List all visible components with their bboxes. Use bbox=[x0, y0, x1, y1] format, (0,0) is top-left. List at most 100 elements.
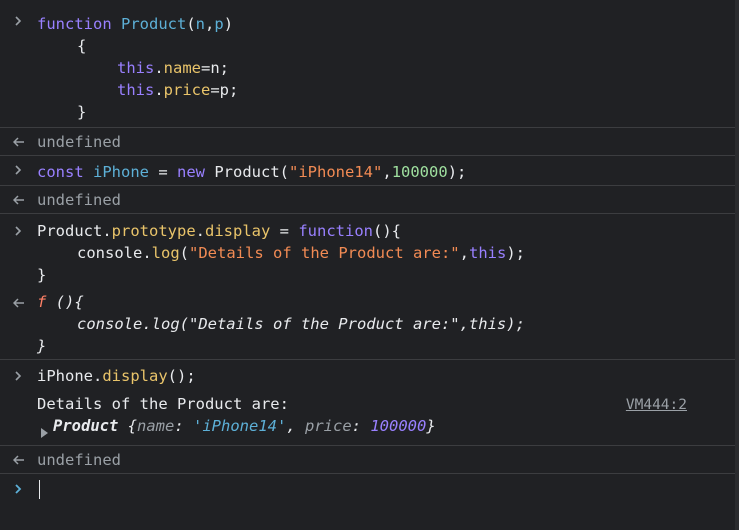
punctuation: ( bbox=[186, 15, 196, 33]
expression: =p; bbox=[210, 81, 239, 99]
function-glyph: f bbox=[37, 293, 47, 311]
source-link[interactable]: VM444:2 bbox=[626, 394, 687, 416]
keyword-this: this bbox=[117, 81, 155, 99]
text-cursor bbox=[39, 480, 40, 499]
property: log bbox=[151, 244, 180, 262]
console-result-function: f (){ console.log("Details of the Produc… bbox=[0, 285, 735, 358]
result-undefined: undefined bbox=[37, 191, 121, 209]
object-class: Product bbox=[53, 417, 119, 435]
identifier: iPhone bbox=[93, 163, 150, 181]
code-line: { bbox=[77, 35, 86, 57]
code-line: console.log("Details of the Product are:… bbox=[77, 242, 525, 264]
identifier: Product bbox=[37, 222, 103, 240]
property: name bbox=[163, 59, 201, 77]
punctuation: . bbox=[154, 59, 164, 77]
punctuation: } bbox=[37, 266, 47, 284]
punctuation: { bbox=[77, 37, 87, 55]
identifier: console bbox=[77, 244, 143, 262]
console-prompt[interactable] bbox=[0, 473, 735, 530]
keyword-this: this bbox=[117, 59, 155, 77]
property: display bbox=[205, 222, 271, 240]
punctuation: (){ bbox=[46, 293, 84, 311]
punctuation: , bbox=[459, 244, 469, 262]
code-line: } bbox=[37, 264, 46, 286]
code-line: console.log("Details of the Product are:… bbox=[77, 315, 525, 333]
log-text: Details of the Product are: bbox=[37, 395, 289, 413]
object-key: name bbox=[137, 417, 175, 435]
console-entry-const: const iPhone = new Product("iPhone14",10… bbox=[0, 155, 735, 186]
console-entry-call: iPhone.display(); bbox=[0, 359, 735, 390]
code-line: } bbox=[37, 337, 47, 355]
punctuation: : bbox=[351, 417, 371, 435]
identifier: iPhone bbox=[37, 367, 93, 385]
devtools-console: function Product(n,p) { this.name=n; thi… bbox=[0, 0, 739, 530]
punctuation: ); bbox=[506, 244, 525, 262]
punctuation: ( bbox=[179, 244, 190, 262]
code-line[interactable]: f (){ bbox=[37, 291, 84, 313]
return-arrow-icon bbox=[13, 455, 27, 465]
punctuation: , bbox=[286, 417, 305, 435]
punctuation: (){ bbox=[373, 222, 401, 240]
punctuation: ) bbox=[223, 15, 234, 33]
code-line: iPhone.display(); bbox=[37, 365, 196, 387]
chevron-right-icon bbox=[13, 226, 27, 236]
property: display bbox=[102, 367, 168, 385]
console-result-row: undefined bbox=[0, 185, 735, 214]
punctuation: , bbox=[382, 163, 392, 181]
punctuation: . bbox=[93, 367, 103, 385]
return-arrow-icon bbox=[13, 195, 27, 205]
console-result-row: undefined bbox=[0, 445, 735, 474]
identifier: Product( bbox=[205, 163, 290, 181]
punctuation: . bbox=[195, 222, 206, 240]
punctuation: (); bbox=[167, 367, 196, 385]
number-literal: 100000 bbox=[391, 163, 448, 181]
console-result-row: undefined bbox=[0, 127, 735, 156]
punctuation: } bbox=[77, 103, 87, 121]
punctuation: ); bbox=[447, 163, 467, 181]
punctuation: . bbox=[142, 244, 152, 262]
chevron-right-icon bbox=[13, 165, 27, 175]
punctuation: . bbox=[154, 81, 164, 99]
chevron-right-icon bbox=[13, 484, 27, 494]
keyword: new bbox=[177, 163, 206, 181]
param: n bbox=[195, 15, 206, 33]
property: prototype bbox=[111, 222, 196, 240]
console-entry-prototype: Product.prototype.display = function(){ … bbox=[0, 213, 735, 287]
string-literal: "Details of the Product are:" bbox=[189, 244, 460, 262]
code-line: Product.prototype.display = function(){ bbox=[37, 220, 401, 242]
code-line: } bbox=[77, 101, 86, 123]
code-line: function Product(n,p) bbox=[37, 13, 233, 35]
keyword: function bbox=[37, 15, 112, 33]
property: price bbox=[163, 81, 211, 99]
object-value: 'iPhone14' bbox=[193, 417, 287, 435]
punctuation: , bbox=[205, 15, 215, 33]
keyword: const bbox=[37, 163, 84, 181]
object-preview[interactable]: Product {name: 'iPhone14', price: 100000… bbox=[53, 415, 436, 437]
object-value: 100000 bbox=[370, 417, 427, 435]
operator: = bbox=[149, 163, 178, 181]
return-arrow-icon bbox=[13, 298, 27, 308]
punctuation: { bbox=[118, 417, 137, 435]
chevron-right-icon bbox=[13, 16, 27, 26]
result-undefined: undefined bbox=[37, 133, 121, 151]
object-key: price bbox=[305, 417, 352, 435]
code-line: this.name=n; bbox=[117, 57, 229, 79]
code-line: this.price=p; bbox=[117, 79, 238, 101]
return-arrow-icon bbox=[13, 137, 27, 147]
keyword: function bbox=[298, 222, 373, 240]
chevron-right-icon bbox=[13, 371, 27, 381]
operator: = bbox=[270, 222, 299, 240]
expression: =n; bbox=[201, 59, 229, 77]
scrollbar[interactable] bbox=[735, 0, 739, 530]
punctuation: } bbox=[426, 417, 436, 435]
string-literal: "iPhone14" bbox=[289, 163, 383, 181]
result-undefined: undefined bbox=[37, 451, 121, 469]
punctuation: . bbox=[102, 222, 112, 240]
keyword-this: this bbox=[468, 244, 507, 262]
console-log-message: Details of the Product are: VM444:2 Prod… bbox=[0, 389, 735, 445]
param: p bbox=[214, 15, 224, 33]
expand-triangle-icon[interactable] bbox=[40, 422, 50, 438]
code-line: const iPhone = new Product("iPhone14",10… bbox=[37, 161, 466, 183]
punctuation: : bbox=[174, 417, 193, 435]
identifier: Product bbox=[121, 15, 187, 33]
